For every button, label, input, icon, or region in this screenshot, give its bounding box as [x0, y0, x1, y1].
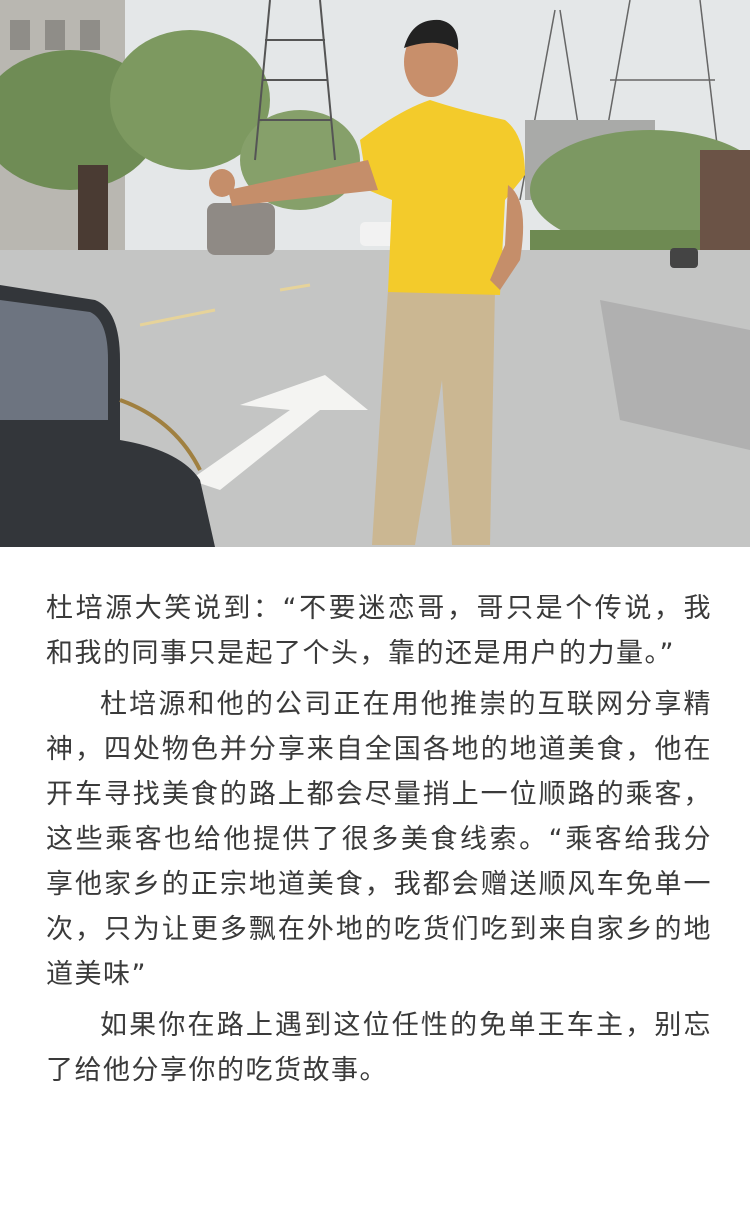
car-silver [207, 203, 275, 255]
paragraph-closing: 如果你在路上遇到这位任性的免单王车主，别忘了给他分享你的吃货故事。 [46, 1010, 712, 1086]
car-mirror [0, 300, 108, 420]
sign-post-left [78, 165, 108, 253]
car-dark [670, 248, 698, 268]
paragraph-quote: 杜培源大笑说到：“不要迷恋哥，哥只是个传说，我和我的同事只是起了个头，靠的还是用… [46, 593, 712, 669]
hero-photo [0, 0, 750, 547]
window [80, 20, 100, 50]
thumb-hand [209, 169, 235, 197]
photo-illustration [0, 0, 750, 547]
window [10, 20, 30, 50]
paragraph-story: 杜培源和他的公司正在用他推崇的互联网分享精神，四处物色并分享来自全国各地的地道美… [46, 689, 712, 990]
window [45, 20, 65, 50]
article-body: 杜培源大笑说到：“不要迷恋哥，哥只是个传说，我和我的同事只是起了个头，靠的还是用… [46, 586, 712, 1099]
